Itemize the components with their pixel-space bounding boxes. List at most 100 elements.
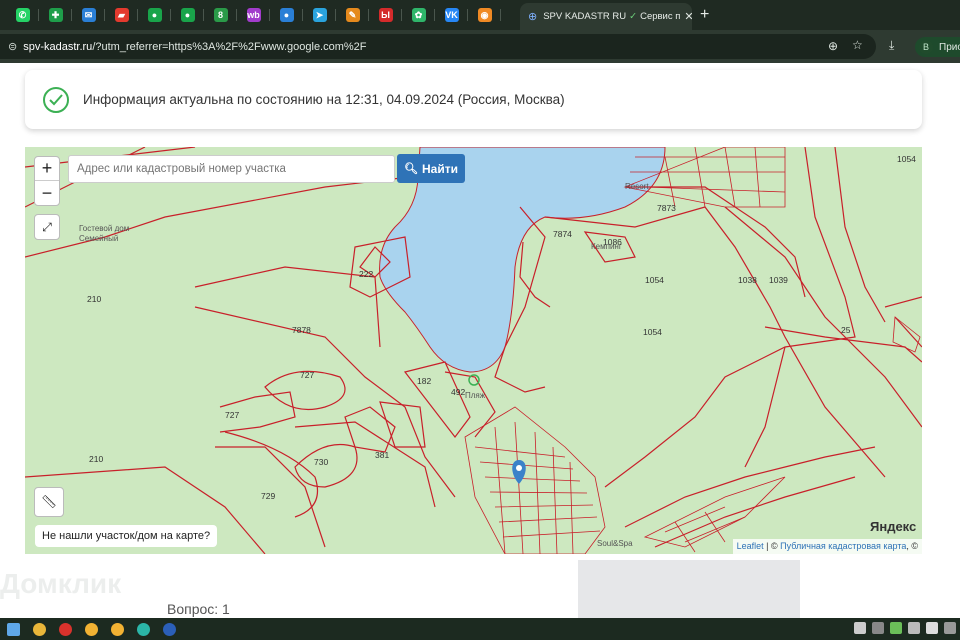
avatar: В — [919, 40, 933, 54]
leaf-icon: ✿ — [411, 8, 426, 22]
url-field[interactable]: ⊜ spv-kadastr.ru/?utm_referrer=https%3A%… — [0, 34, 876, 59]
tab-close-icon[interactable]: ✕ — [680, 10, 692, 23]
wb-icon: wb — [246, 8, 261, 22]
parcel-number-label: 210 — [87, 294, 102, 304]
place-label: Пляж — [465, 391, 486, 400]
taskbar — [0, 618, 960, 640]
question-number: Вопрос: 1 — [167, 601, 230, 617]
parcel-number-label: 210 — [89, 454, 104, 464]
fullscreen-icon[interactable]: ⤢ — [34, 214, 60, 240]
tab-subtitle: Сервис п — [640, 11, 681, 22]
tab-strip: ✆ ✚ ✉ ▰ ● ● 8 wb ● ➤ ✎ Ы ✿ VK ◉ — [0, 0, 960, 30]
parcel-number-label: 727 — [225, 410, 240, 420]
parcel-number-label: 1038 — [738, 275, 757, 285]
map-attribution: Leaflet | © Публичная кадастровая карта,… — [732, 539, 922, 554]
pinned-tab[interactable]: ➤ — [303, 0, 336, 30]
check-icon: ✓ — [629, 11, 638, 22]
pinned-tab[interactable]: ✉ — [72, 0, 105, 30]
new-tab-button[interactable]: + — [700, 6, 709, 24]
place-label: Кемпинг — [591, 242, 622, 251]
system-tray[interactable] — [854, 622, 956, 634]
pinned-tab[interactable]: ● — [171, 0, 204, 30]
parcel-number-label: 1054 — [643, 327, 662, 337]
parcel-number-label: 182 — [417, 376, 432, 386]
telegram-icon: ➤ — [312, 8, 327, 22]
place-label: Гостевой дом — [79, 224, 130, 233]
pinned-tab[interactable]: Ы — [369, 0, 402, 30]
pinned-tab[interactable]: ✿ — [402, 0, 435, 30]
place-label: Soul&Spa — [597, 539, 633, 548]
site-info-icon[interactable]: ⊜ — [8, 40, 17, 53]
zoom-control: + − — [34, 156, 60, 206]
pinned-tab[interactable]: ◉ — [468, 0, 501, 30]
ruler-icon[interactable]: 📏︎ — [34, 487, 64, 517]
pinned-tab[interactable]: ● — [270, 0, 303, 30]
pinned-tab[interactable]: ✆ — [6, 0, 39, 30]
find-button[interactable]: 🔍︎ Найти — [397, 154, 465, 183]
orange-app-icon: ◉ — [477, 8, 492, 22]
parcel-number-label: 25 — [841, 325, 851, 335]
parcel-number-label: 727 — [300, 370, 315, 380]
map-canvas — [25, 147, 922, 554]
domclick-watermark: Домклик — [0, 568, 122, 599]
parcel-number-label: 1039 — [769, 275, 788, 285]
profile-label: Прио — [939, 41, 960, 53]
start-icon[interactable] — [0, 618, 26, 640]
tab-title: SPV KADASTR RU — [543, 11, 627, 22]
spv-favicon-icon: ⊕ — [528, 10, 538, 23]
mail-icon: ✉ — [81, 8, 96, 22]
parcel-number-label: 729 — [261, 491, 276, 501]
explorer-icon[interactable] — [26, 618, 52, 640]
zoom-in-button[interactable]: + — [35, 157, 59, 181]
leaflet-link[interactable]: Leaflet — [737, 541, 764, 551]
chrome-icon-2[interactable] — [104, 618, 130, 640]
bookmark-star-icon[interactable]: ☆ — [852, 38, 863, 52]
green-circle-icon: ● — [147, 8, 162, 22]
address-bar: ⊜ spv-kadastr.ru/?utm_referrer=https%3A%… — [0, 30, 960, 63]
parcel-number-label: 1054 — [897, 154, 916, 164]
search-icon: 🔍︎ — [404, 163, 418, 175]
pinned-tab[interactable]: wb — [237, 0, 270, 30]
pinned-tab[interactable]: ✚ — [39, 0, 72, 30]
profile-button[interactable]: В Прио — [915, 37, 960, 57]
pinned-tab[interactable]: 8 — [204, 0, 237, 30]
vivaldi-icon[interactable] — [52, 618, 78, 640]
whatsapp-icon: ✆ — [15, 8, 30, 22]
parcel-number-label: 1054 — [645, 275, 664, 285]
chrome-icon[interactable] — [78, 618, 104, 640]
pinned-tab[interactable]: VK — [435, 0, 468, 30]
url-text: spv-kadastr.ru/?utm_referrer=https%3A%2F… — [23, 40, 367, 53]
parcel-number-label: 222 — [359, 269, 374, 279]
pinned-tab[interactable]: ✎ — [336, 0, 369, 30]
placeholder-block — [578, 560, 800, 620]
find-label: Найти — [421, 161, 458, 176]
not-found-button[interactable]: Не нашли участок/дом на карте? — [35, 525, 218, 547]
zoom-icon[interactable]: ⊕ — [828, 39, 838, 53]
edge-icon[interactable] — [130, 618, 156, 640]
parcel-number-label: 381 — [375, 450, 390, 460]
download-icon[interactable]: ⤓ — [889, 38, 894, 53]
cadastral-map-link[interactable]: Публичная кадастровая карта — [780, 541, 906, 551]
place-label: Семейный — [79, 234, 119, 243]
parcel-number-label: 7873 — [657, 203, 676, 213]
place-label: Resort — [625, 182, 649, 191]
info-card: Информация актуальна по состоянию на 12:… — [25, 70, 922, 129]
chat-icon: ● — [279, 8, 294, 22]
gift-icon: ▰ — [114, 8, 129, 22]
pinned-tab[interactable]: ● — [138, 0, 171, 30]
search-input[interactable] — [68, 155, 395, 183]
word-icon[interactable] — [156, 618, 182, 640]
parcel-number-label: 730 — [314, 457, 329, 467]
yandex-logo: Яндекс — [870, 519, 917, 534]
info-text: Информация актуальна по состоянию на 12:… — [83, 92, 565, 107]
parcel-number-label: 492 — [451, 387, 466, 397]
green-circle-icon-2: ● — [180, 8, 195, 22]
zoom-out-button[interactable]: − — [35, 181, 59, 205]
parcel-number-label: 7874 — [553, 229, 572, 239]
eight-icon: 8 — [213, 8, 228, 22]
active-tab[interactable]: ⊕ SPV KADASTR RU ✓ Сервис п ✕ — [520, 3, 692, 30]
pinned-tab[interactable]: ▰ — [105, 0, 138, 30]
cadastral-map[interactable]: 210 222 7878 727 727 182 492 730 381 729 210 7874 10… — [25, 147, 922, 554]
pencil-icon: ✎ — [345, 8, 360, 22]
vk-icon: VK — [444, 8, 459, 22]
